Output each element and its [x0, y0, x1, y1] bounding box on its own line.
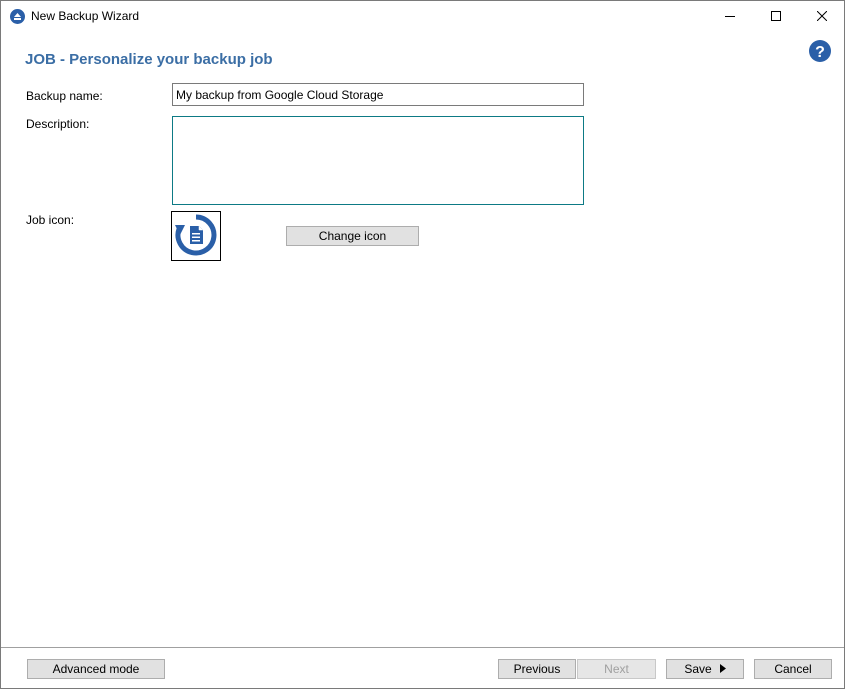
change-icon-button[interactable]: Change icon	[286, 226, 419, 246]
svg-text:?: ?	[815, 44, 825, 61]
cancel-label: Cancel	[774, 662, 812, 676]
close-icon	[817, 11, 827, 21]
maximize-icon	[771, 11, 781, 21]
footer-divider	[1, 647, 844, 648]
description-textarea[interactable]	[172, 116, 584, 205]
window-title: New Backup Wizard	[31, 9, 140, 23]
backup-name-input[interactable]	[172, 83, 584, 106]
advanced-mode-button[interactable]: Advanced mode	[27, 659, 165, 679]
description-label: Description:	[26, 117, 90, 131]
cancel-button[interactable]: Cancel	[754, 659, 832, 679]
next-button[interactable]: Next	[577, 659, 656, 679]
change-icon-button-label: Change icon	[318, 229, 387, 243]
previous-label: Previous	[513, 662, 561, 676]
previous-button[interactable]: Previous	[498, 659, 576, 679]
next-label: Next	[604, 662, 629, 676]
backup-restore-document-icon	[174, 213, 218, 260]
caret-right-icon	[719, 662, 726, 676]
minimize-button[interactable]	[707, 1, 753, 31]
save-label: Save	[684, 662, 712, 676]
backup-app-icon	[10, 9, 25, 24]
maximize-button[interactable]	[753, 1, 799, 31]
job-icon-label: Job icon:	[26, 213, 75, 227]
advanced-mode-label: Advanced mode	[52, 662, 140, 676]
wizard-window: New Backup Wizard ? JOB - Personalize yo…	[0, 0, 845, 689]
close-button[interactable]	[799, 1, 845, 31]
minimize-icon	[725, 11, 735, 21]
help-question-icon[interactable]: ?	[809, 40, 831, 62]
job-icon-preview[interactable]	[171, 211, 221, 261]
title-bar: New Backup Wizard	[1, 1, 844, 31]
backup-name-label: Backup name:	[26, 89, 103, 103]
save-button[interactable]: Save	[666, 659, 744, 679]
page-title: JOB - Personalize your backup job	[25, 51, 273, 68]
